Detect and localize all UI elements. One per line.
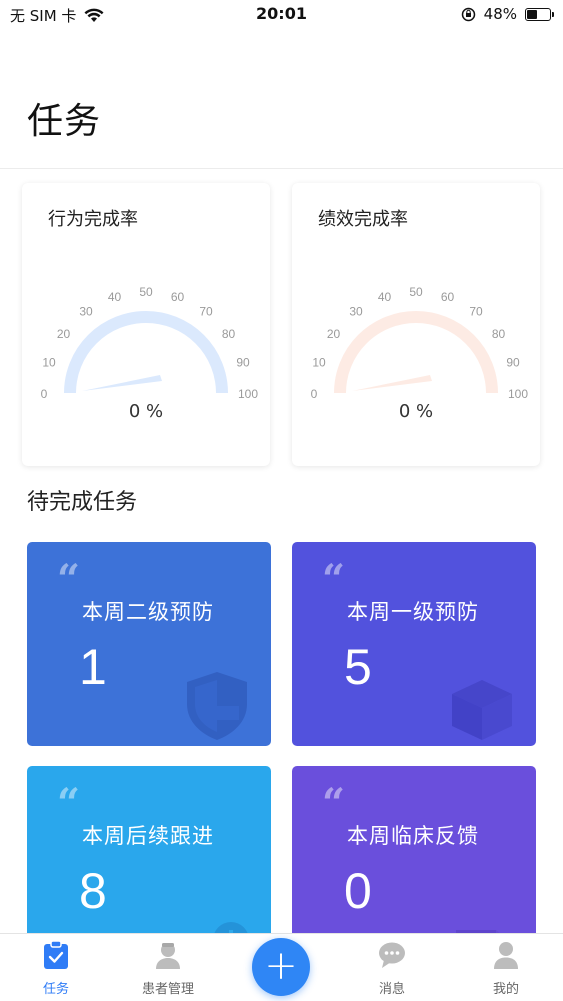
gauge-tick-label: 70 — [199, 305, 213, 319]
gauge-tick-label: 50 — [409, 285, 423, 299]
tab-label: 患者管理 — [141, 982, 194, 997]
gauge-chart: 0 10 20 30 40 50 60 70 80 90 100 — [41, 285, 259, 401]
battery-level — [527, 9, 538, 19]
gauge-tick-label: 90 — [506, 356, 520, 370]
gauge-tick-label: 90 — [236, 356, 250, 370]
rotation-lock-icon — [461, 7, 475, 21]
task-label: 本周一级预防 — [347, 600, 479, 624]
chat-icon — [379, 942, 405, 968]
task-card-secondary-prevention[interactable]: “ 本周二级预防 1 — [27, 542, 271, 746]
pending-tasks-title: 待完成任务 — [27, 490, 138, 515]
quote-icon: “ — [322, 780, 346, 827]
quote-icon: “ — [57, 556, 81, 603]
tab-label: 我的 — [492, 982, 519, 997]
tab-profile[interactable]: 我的 — [450, 934, 562, 1001]
gauge-tick-label: 60 — [171, 290, 185, 304]
gauge-tick-label: 80 — [222, 327, 236, 341]
task-label: 本周二级预防 — [82, 600, 214, 624]
quote-icon: “ — [322, 556, 346, 603]
gauge-value: 0 % — [398, 401, 434, 422]
gauge-value: 0 % — [128, 401, 164, 422]
gauge-tick-label: 100 — [508, 387, 528, 401]
task-count: 0 — [344, 863, 372, 919]
task-label: 本周后续跟进 — [82, 824, 214, 848]
tab-label: 消息 — [378, 982, 405, 997]
gauge-needle — [82, 375, 162, 391]
add-button[interactable]: + — [252, 938, 310, 996]
gauge-tick-label: 20 — [57, 327, 71, 341]
quote-icon: “ — [57, 780, 81, 827]
gauge-tick-label: 40 — [378, 290, 392, 304]
gauge-needle — [352, 375, 432, 391]
gauge-tick-label: 0 — [311, 387, 318, 401]
gauge-tick-label: 50 — [139, 285, 153, 299]
gauge-tick-label: 0 — [41, 387, 48, 401]
task-card-primary-prevention[interactable]: “ 本周一级预防 5 — [292, 542, 536, 746]
gauge-tick-label: 70 — [469, 305, 483, 319]
page-title: 任务 — [27, 101, 102, 142]
cube-icon — [452, 680, 512, 740]
gauge-tick-label: 10 — [312, 356, 326, 370]
gauge-chart: 0 10 20 30 40 50 60 70 80 90 100 — [311, 285, 529, 401]
task-label: 本周临床反馈 — [347, 824, 479, 848]
task-count: 1 — [79, 639, 107, 695]
battery-icon — [525, 7, 554, 21]
gauge-tick-label: 30 — [79, 305, 93, 319]
task-count: 5 — [344, 639, 372, 695]
gauge-tick-label: 60 — [441, 290, 455, 304]
clipboard-icon — [44, 940, 68, 969]
performance-completion-card[interactable]: 绩效完成率 0 10 20 30 40 50 60 70 80 90 100 0 % — [292, 183, 540, 466]
gauge-tick-label: 10 — [42, 356, 56, 370]
status-right: 48% — [461, 5, 554, 23]
gauge-tick-label: 80 — [492, 327, 506, 341]
patient-icon — [156, 943, 180, 969]
plus-icon: + — [264, 943, 298, 989]
gauge-tick-label: 30 — [349, 305, 363, 319]
shield-icon — [187, 672, 247, 740]
tab-patient-management[interactable]: 患者管理 — [112, 934, 224, 1001]
task-count: 8 — [79, 863, 107, 919]
gauge-tick-label: 20 — [327, 327, 341, 341]
title-divider — [0, 168, 563, 169]
tab-messages[interactable]: 消息 — [336, 934, 448, 1001]
tab-tasks[interactable]: 任务 — [0, 934, 112, 1001]
behavior-completion-card[interactable]: 行为完成率 0 10 20 30 40 50 60 70 80 90 100 0 % — [22, 183, 270, 466]
battery-percent: 48% — [483, 5, 517, 23]
status-bar: 无 SIM 卡 20:01 48% — [0, 0, 563, 30]
user-icon — [494, 942, 518, 969]
tab-label: 任务 — [42, 982, 69, 997]
gauge-tick-label: 40 — [108, 290, 122, 304]
gauge-tick-label: 100 — [238, 387, 258, 401]
